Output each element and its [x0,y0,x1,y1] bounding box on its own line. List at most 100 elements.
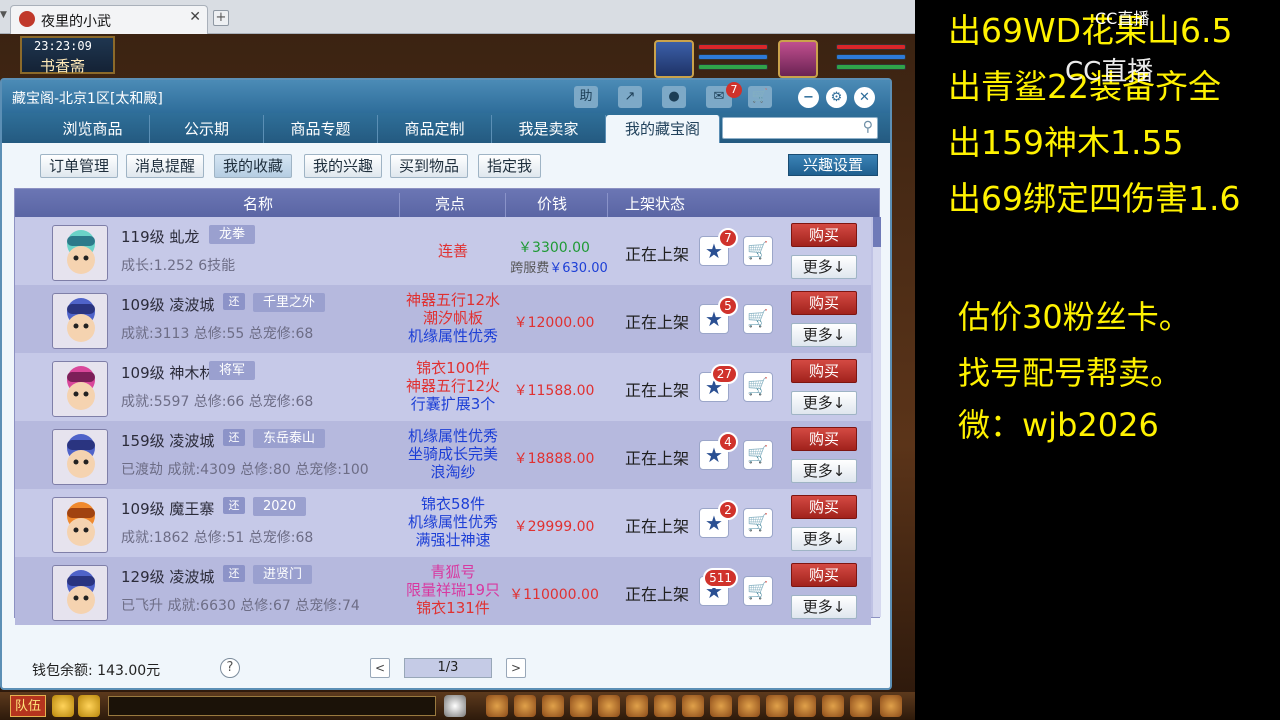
character-avatar[interactable] [52,497,108,553]
highlight-item: 机缘属性优秀 [407,327,498,345]
chat-input[interactable] [108,696,436,716]
hotkey-8-icon[interactable] [682,695,704,717]
more-button[interactable]: 更多↓ [791,527,857,551]
character-avatar[interactable] [52,361,108,417]
buy-button[interactable]: 购买 [791,563,857,587]
hotkey-14-icon[interactable] [850,695,872,717]
tab-topics[interactable]: 商品专题 [264,115,378,143]
price: ￥11588.00 [513,383,595,399]
pet-icon[interactable] [444,695,466,717]
hotkey-11-icon[interactable] [766,695,788,717]
new-tab-button[interactable]: + [213,10,229,26]
my-favorites-button[interactable]: 我的收藏 [214,154,293,178]
favorite-star-icon[interactable]: ★ 2 [699,500,738,538]
add-to-cart-icon[interactable]: 🛒 [743,508,773,538]
add-to-cart-icon[interactable]: 🛒 [743,304,773,334]
browser-tab[interactable]: 夜里的小武 ✕ [10,5,208,34]
table-row[interactable]: 109级 魔王寨还 2020 成就:1862 总修:51 总宠修:68 锦衣58件 机缘… [15,489,871,557]
more-button[interactable]: 更多↓ [791,459,857,483]
scrollbar-thumb[interactable] [873,217,881,247]
character-avatar[interactable] [52,565,108,621]
buy-button[interactable]: 购买 [791,359,857,383]
help-icon[interactable]: ? [220,658,240,678]
hotkey-12-icon[interactable] [794,695,816,717]
my-interests-button[interactable]: 我的兴趣 [304,154,383,178]
hotkey-5-icon[interactable] [598,695,620,717]
more-button[interactable]: 更多↓ [791,323,857,347]
table-row[interactable]: 129级 凌波城还进贤门 已飞升 成就:6630 总修:67 总宠修:74 青狐号限… [15,557,871,625]
assigned-to-me-button[interactable]: 指定我 [478,154,542,178]
message-reminder-button[interactable]: 消息提醒 [126,154,205,178]
interest-settings-button[interactable]: 兴趣设置 [788,154,878,176]
buy-button[interactable]: 购买 [791,427,857,451]
hotkey-10-icon[interactable] [738,695,760,717]
team-button[interactable]: 队伍 [10,695,46,717]
favorite-star-icon[interactable]: ★ 7 [699,228,738,266]
table-row[interactable]: 109级 凌波城还千里之外 成就:3113 总修:55 总宠修:68 神器五行12水… [15,285,871,353]
hotkey-7-icon[interactable] [654,695,676,717]
dialog-title-bar[interactable]: 藏宝阁-北京1区[太和殿] 助 ↗ ● ✉ 7 🛒 − ⚙ ✕ [2,80,890,113]
hotkey-6-icon[interactable] [626,695,648,717]
hotkey-9-icon[interactable] [710,695,732,717]
search-icon[interactable]: ⚲ [863,119,873,135]
buy-button[interactable]: 购买 [791,495,857,519]
close-tab-icon[interactable]: ✕ [189,9,201,25]
hotkey-13-icon[interactable] [822,695,844,717]
next-page-button[interactable]: > [506,658,526,678]
overlay-line-4: 出69绑定四伤害1.6 [948,179,1241,218]
table-row[interactable]: 159级 凌波城还东岳泰山 已渡劫 成就:4309 总修:80 总宠修:100 机缘… [15,421,871,489]
highlights: 青狐号 限量祥瑞19只 锦衣131件 [403,563,503,617]
record-icon[interactable]: ● [662,86,686,108]
tab-seller[interactable]: 我是卖家 [492,115,606,143]
tab-publicity[interactable]: 公示期 [150,115,264,143]
microphone-icon[interactable] [52,695,74,717]
hotkey-2-icon[interactable] [514,695,536,717]
help-button[interactable]: 助 [574,86,598,108]
more-button[interactable]: 更多↓ [791,595,857,619]
character-avatar[interactable] [52,429,108,485]
add-to-cart-icon[interactable]: 🛒 [743,372,773,402]
main-nav-tabs: 浏览商品 公示期 商品专题 商品定制 我是卖家 我的藏宝阁 ⚲ [2,113,890,143]
player-mp-bar [836,54,906,60]
character-avatar[interactable] [52,293,108,349]
tab-my-pavilion[interactable]: 我的藏宝阁 [606,115,720,143]
location-name: 书香斋 [40,57,86,75]
more-button[interactable]: 更多↓ [791,255,857,279]
close-icon[interactable]: ✕ [854,87,875,108]
chat-bubble-icon[interactable] [78,695,100,717]
tab-custom[interactable]: 商品定制 [378,115,492,143]
table-row[interactable]: 109级 神木林 将军 成就:5597 总修:66 总宠修:68 锦衣100件 神器五行… [15,353,871,421]
hotkey-4-icon[interactable] [570,695,592,717]
hotkey-3-icon[interactable] [542,695,564,717]
add-to-cart-icon[interactable]: 🛒 [743,576,773,606]
favorite-star-icon[interactable]: ★ 27 [699,364,738,402]
order-management-button[interactable]: 订单管理 [40,154,119,178]
favorite-star-icon[interactable]: ★ 511 [699,568,738,606]
prev-page-button[interactable]: < [370,658,390,678]
pet-portrait[interactable] [654,40,694,78]
table-row[interactable]: 119级 虬龙 龙拳 成长:1.252 6技能 连善 ￥3300.00 跨服费￥630.0… [15,217,871,285]
settings-gear-icon[interactable]: ⚙ [826,87,847,108]
cart-icon[interactable]: 🛒 [748,86,772,108]
buy-button[interactable]: 购买 [791,291,857,315]
tab-browse[interactable]: 浏览商品 [36,115,150,143]
purchased-items-button[interactable]: 买到物品 [390,154,469,178]
character-avatar[interactable] [52,225,108,281]
player-portrait[interactable] [778,40,818,78]
table-scrollbar[interactable] [873,217,881,617]
hotkey-1-icon[interactable] [486,695,508,717]
character-level-name: 129级 凌波城 [121,568,215,586]
buy-button[interactable]: 购买 [791,223,857,247]
add-to-cart-icon[interactable]: 🛒 [743,236,773,266]
favorite-star-icon[interactable]: ★ 5 [699,296,738,334]
add-to-cart-icon[interactable]: 🛒 [743,440,773,470]
tab-menu-icon[interactable]: ▼ [0,10,10,24]
hotkey-15-icon[interactable] [880,695,902,717]
share-icon[interactable]: ↗ [618,86,642,108]
huan-badge: 还 [223,497,245,514]
more-button[interactable]: 更多↓ [791,391,857,415]
favorite-star-icon[interactable]: ★ 4 [699,432,738,470]
server-tag: 千里之外 [253,293,326,312]
search-input[interactable]: ⚲ [722,117,878,139]
minimize-icon[interactable]: − [798,87,819,108]
